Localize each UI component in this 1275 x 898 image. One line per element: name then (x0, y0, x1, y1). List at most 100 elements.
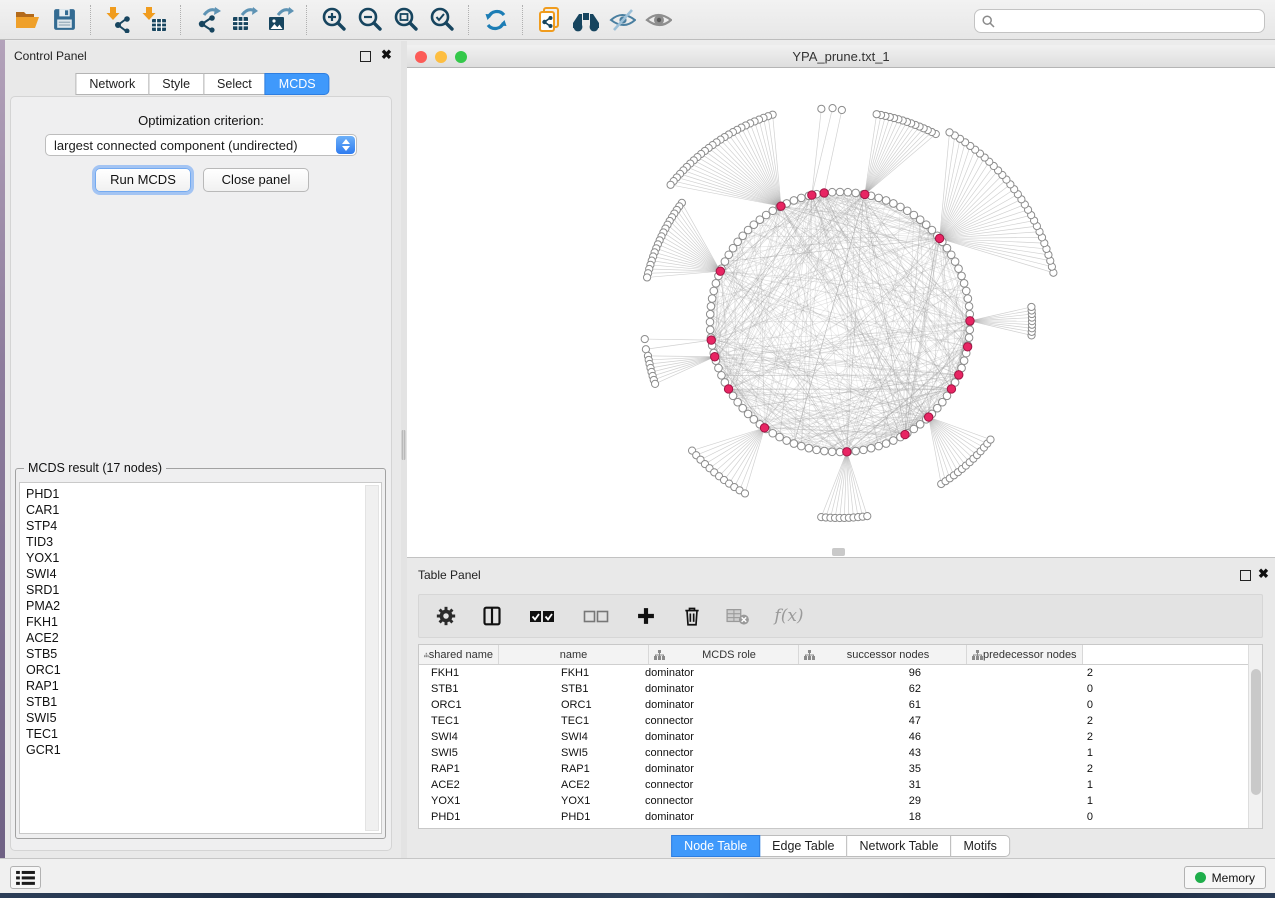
first-neighbors-button[interactable] (568, 4, 604, 36)
float-panel-icon[interactable] (360, 51, 371, 62)
mcds-result-group: MCDS result (17 nodes) PHD1 CAR1 STP4 TI… (15, 468, 386, 839)
mcds-result-item[interactable]: ORC1 (20, 662, 381, 678)
divider-grip[interactable] (401, 430, 406, 460)
import-table-button[interactable] (136, 4, 172, 36)
network-canvas[interactable] (407, 68, 1275, 557)
unselect-all-columns-button[interactable] (579, 603, 613, 629)
table-settings-button[interactable] (433, 603, 459, 629)
zoom-out-button[interactable] (352, 4, 388, 36)
table-row[interactable]: YOX1 YOX1 connector 29 1 (419, 793, 1262, 809)
close-panel-button[interactable]: Close panel (203, 168, 309, 192)
mcds-result-item[interactable]: SWI5 (20, 710, 381, 726)
mcds-result-item[interactable]: YOX1 (20, 550, 381, 566)
mcds-result-item[interactable]: RAP1 (20, 678, 381, 694)
unchecked-boxes-icon (583, 610, 609, 623)
show-column-panel-button[interactable] (479, 603, 505, 629)
network-scrollbar-thumb[interactable] (832, 548, 845, 556)
network-graph[interactable] (407, 68, 1275, 557)
mcds-result-item[interactable]: TID3 (20, 534, 381, 550)
mcds-result-item[interactable]: FKH1 (20, 614, 381, 630)
control-panel-tab[interactable]: MCDS (265, 73, 330, 95)
tab-label: Node Table (684, 839, 747, 853)
table-scrollbar-thumb[interactable] (1251, 669, 1261, 795)
mcds-result-item[interactable]: SWI4 (20, 566, 381, 582)
table-panel-tab[interactable]: Motifs (950, 835, 1009, 857)
control-panel-tab[interactable]: Style (148, 73, 204, 95)
column-type-icon (804, 650, 815, 660)
close-panel-icon[interactable]: ✖ (1258, 566, 1269, 582)
mcds-result-list[interactable]: PHD1 CAR1 STP4 TID3 YOX1 SWI4 SRD1 (19, 482, 382, 834)
cell-predecessor-nodes: 2 (933, 731, 1101, 743)
refresh-button[interactable] (478, 4, 514, 36)
mcds-result-item[interactable]: SRD1 (20, 582, 381, 598)
show-panels-menu-button[interactable] (10, 866, 41, 889)
control-panel-tab[interactable]: Select (203, 73, 266, 95)
cell-shared-name: PHD1 (419, 811, 553, 823)
export-image-button[interactable] (262, 4, 298, 36)
desktop-wallpaper-bottom (0, 893, 1275, 898)
cell-predecessor-nodes: 1 (933, 795, 1101, 807)
cell-mcds-role: dominator (633, 763, 783, 775)
table-panel-tab[interactable]: Node Table (671, 835, 760, 857)
control-panel-tab[interactable]: Network (75, 73, 149, 95)
main-toolbar (0, 0, 1275, 40)
table-row[interactable]: SWI4 SWI4 dominator 46 2 (419, 729, 1262, 745)
function-builder-button[interactable]: f(x) (771, 603, 807, 629)
close-panel-icon[interactable]: ✖ (381, 47, 392, 63)
table-row[interactable]: TEC1 TEC1 connector 47 2 (419, 713, 1262, 729)
select-all-columns-button[interactable] (525, 603, 559, 629)
list-scrollbar-track[interactable] (365, 485, 379, 831)
optimization-criterion-label: Optimization criterion: (11, 113, 391, 128)
float-panel-icon[interactable] (1240, 570, 1251, 581)
open-session-button[interactable] (10, 4, 46, 36)
mcds-result-item[interactable]: STB5 (20, 646, 381, 662)
delete-column-button[interactable] (679, 603, 705, 629)
hide-selected-button[interactable] (604, 4, 640, 36)
save-session-button[interactable] (46, 4, 82, 36)
table-row[interactable]: FKH1 FKH1 dominator 96 2 (419, 665, 1262, 681)
export-network-button[interactable] (190, 4, 226, 36)
table-row[interactable]: PHD1 PHD1 dominator 18 0 (419, 809, 1262, 825)
run-mcds-button[interactable]: Run MCDS (95, 168, 191, 192)
optimization-criterion-dropdown[interactable]: largest connected component (undirected) (45, 134, 357, 156)
table-row[interactable]: ACE2 ACE2 connector 31 1 (419, 777, 1262, 793)
column-header[interactable]: MCDS role (649, 645, 799, 664)
export-table-button[interactable] (226, 4, 262, 36)
memory-button[interactable]: Memory (1184, 866, 1266, 889)
table-row[interactable]: SWI5 SWI5 connector 43 1 (419, 745, 1262, 761)
column-header[interactable]: successor nodes (799, 645, 967, 664)
mcds-result-item[interactable]: STB1 (20, 694, 381, 710)
column-header[interactable]: predecessor nodes (967, 645, 1083, 664)
mcds-result-item[interactable]: CAR1 (20, 502, 381, 518)
zoom-in-button[interactable] (316, 4, 352, 36)
cell-name: ACE2 (553, 779, 633, 791)
mcds-result-item[interactable]: PMA2 (20, 598, 381, 614)
control-panel-title: Control Panel (14, 49, 87, 63)
mcds-result-item[interactable]: STP4 (20, 518, 381, 534)
mcds-result-item[interactable]: GCR1 (20, 742, 381, 758)
column-header[interactable]: name (499, 645, 649, 664)
zoom-selected-button[interactable] (424, 4, 460, 36)
columns-icon (482, 606, 502, 626)
table-scrollbar-track[interactable] (1248, 645, 1262, 828)
network-window-titlebar[interactable]: YPA_prune.txt_1 (407, 45, 1275, 68)
table-row[interactable]: STB1 STB1 dominator 62 0 (419, 681, 1262, 697)
mcds-result-item[interactable]: ACE2 (20, 630, 381, 646)
mcds-result-item[interactable]: PHD1 (20, 486, 381, 502)
import-network-button[interactable] (100, 4, 136, 36)
table-panel-tab[interactable]: Edge Table (759, 835, 847, 857)
zoom-fit-button[interactable] (388, 4, 424, 36)
tab-label: MCDS (279, 77, 316, 91)
column-header[interactable]: shared name (419, 645, 499, 664)
table-panel-tab[interactable]: Network Table (847, 835, 952, 857)
search-input[interactable] (1000, 13, 1244, 29)
show-all-button[interactable] (640, 4, 676, 36)
table-row[interactable]: ORC1 ORC1 dominator 61 0 (419, 697, 1262, 713)
new-network-from-selection-button[interactable] (532, 4, 568, 36)
create-column-button[interactable] (633, 603, 659, 629)
delete-table-button[interactable] (725, 603, 751, 629)
mcds-result-item[interactable]: TEC1 (20, 726, 381, 742)
network-search-field[interactable] (974, 9, 1265, 33)
cell-predecessor-nodes: 1 (933, 779, 1101, 791)
table-row[interactable]: RAP1 RAP1 dominator 35 2 (419, 761, 1262, 777)
